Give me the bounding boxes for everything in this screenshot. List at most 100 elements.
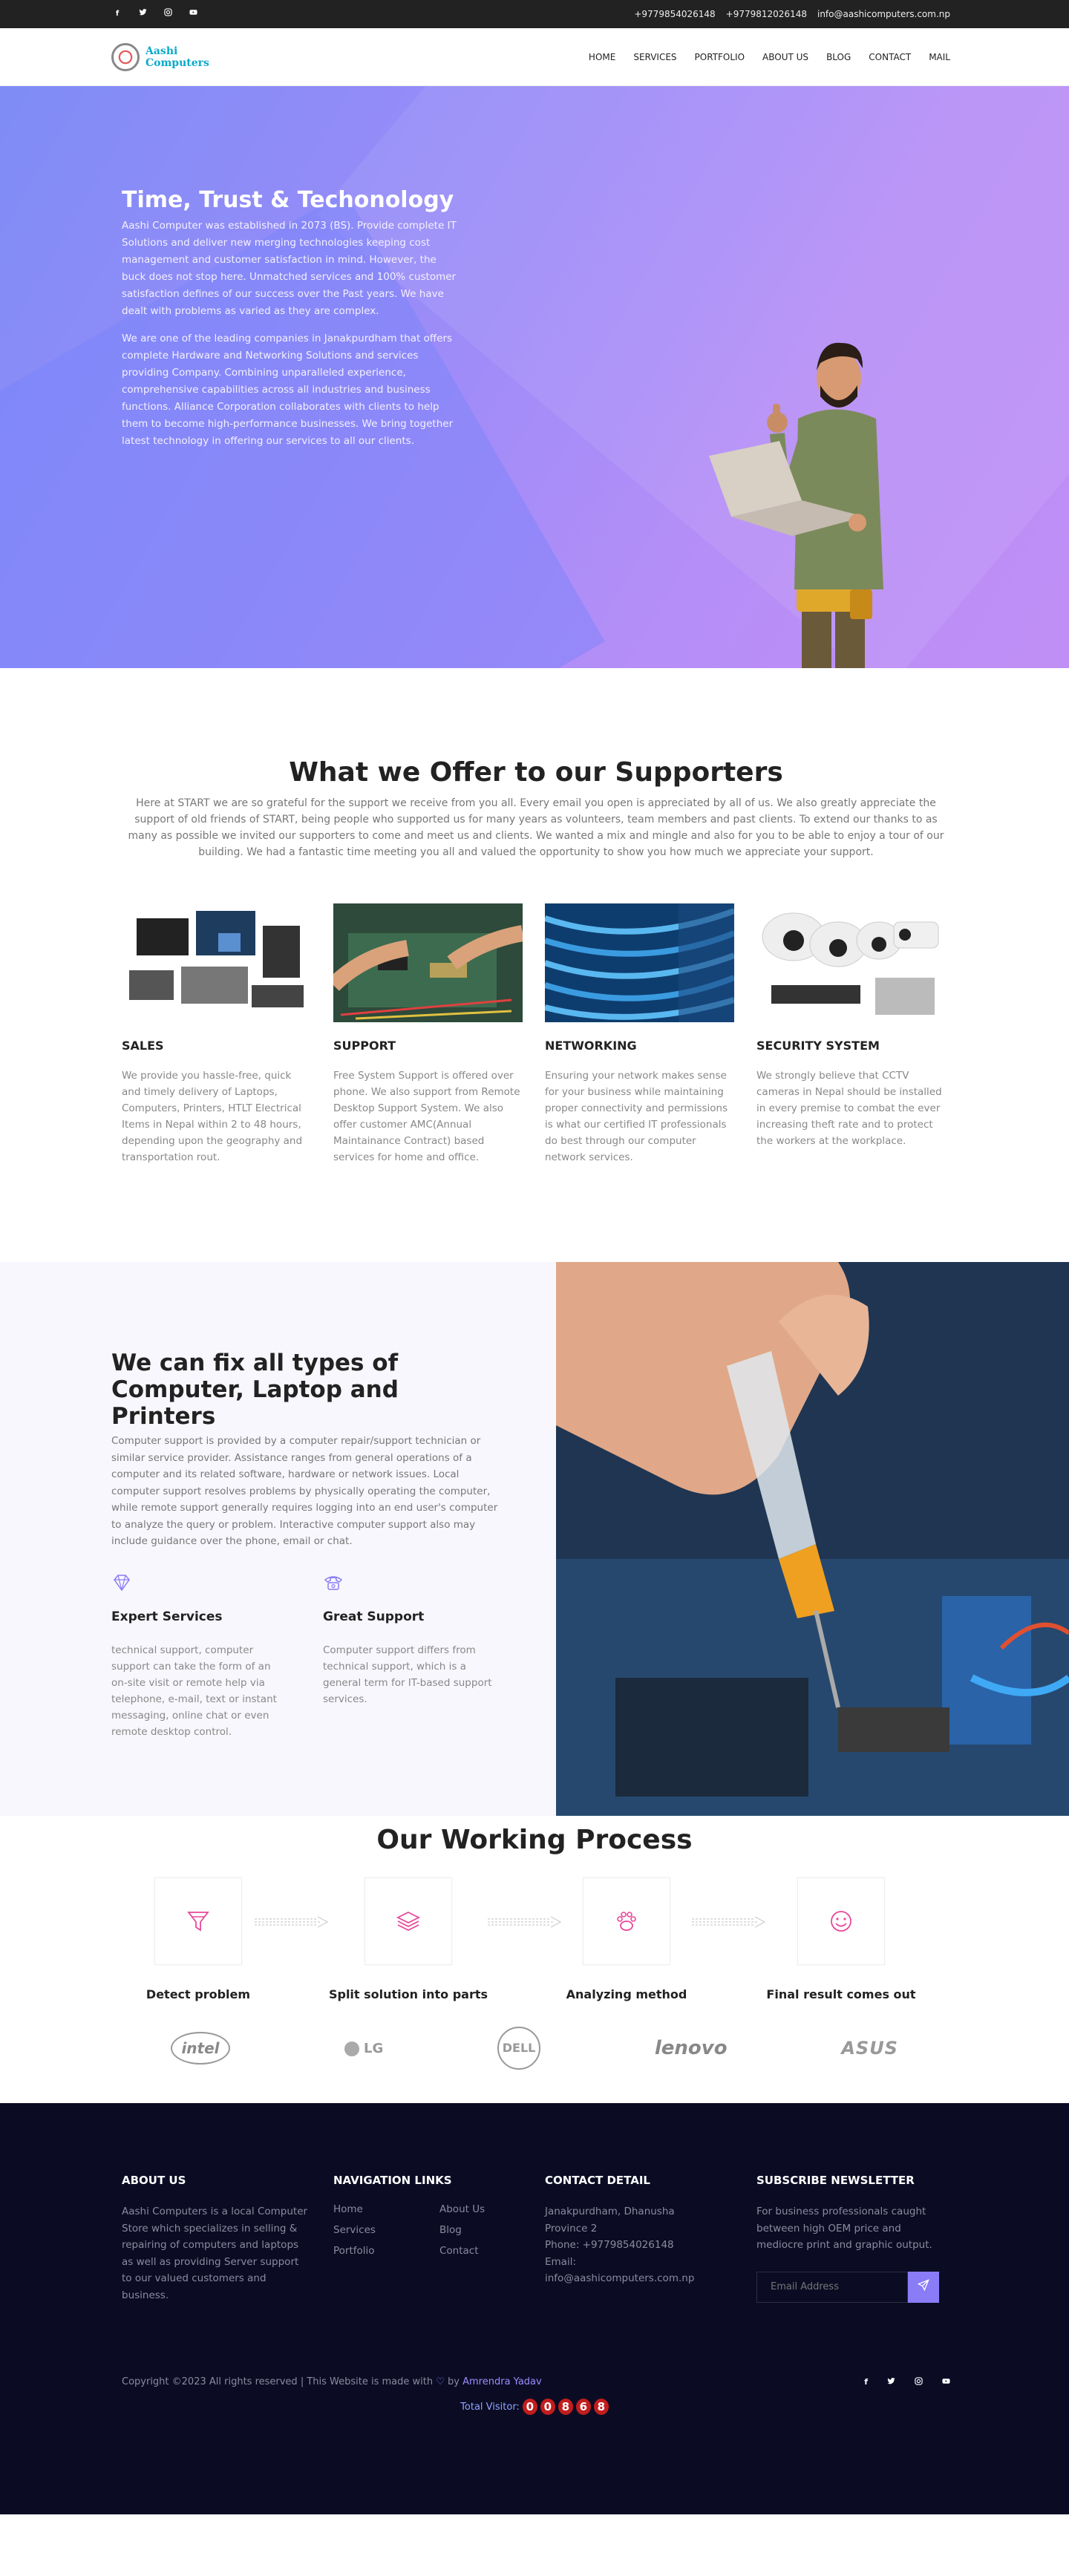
visitor-digit: 0 xyxy=(540,2399,555,2415)
smile-icon xyxy=(831,1911,851,1932)
step-label: Final result comes out xyxy=(766,1987,916,2001)
layers-icon xyxy=(396,1911,421,1932)
top-bar: f +9779854026148 +9779812026148 info@aas… xyxy=(0,0,1069,28)
card-title: SECURITY SYSTEM xyxy=(756,1039,880,1053)
footer-contact: CONTACT DETAIL Janakpurdham, Dhanusha Pr… xyxy=(545,2174,734,2304)
nav-contact[interactable]: CONTACT xyxy=(869,52,911,62)
twitter-icon[interactable] xyxy=(137,8,148,20)
hero-text: Time, Trust & Techonology Aashi Computer… xyxy=(122,187,463,460)
visitor-digit: 8 xyxy=(593,2399,609,2415)
visitor-digit: 0 xyxy=(522,2399,537,2415)
twitter-icon[interactable] xyxy=(887,2377,895,2385)
process-step: Final result comes out xyxy=(752,1877,930,2001)
site-footer: ABOUT US Aashi Computers is a local Comp… xyxy=(0,2103,1069,2514)
instagram-icon[interactable] xyxy=(915,2377,923,2385)
brand-logo-dell: DELL xyxy=(497,2027,541,2070)
repair-description: Computer support is provided by a comput… xyxy=(111,1435,498,1547)
footer-link-portfolio[interactable]: Portfolio xyxy=(333,2245,439,2257)
footer-subscribe: SUBSCRIBE NEWSLETTER For business profes… xyxy=(756,2174,946,2304)
footer-navigation: NAVIGATION LINKS Home About Us Services … xyxy=(333,2174,523,2304)
footer-link-blog[interactable]: Blog xyxy=(439,2224,514,2236)
footer-link-about[interactable]: About Us xyxy=(439,2203,514,2215)
contact-province: Province 2 xyxy=(545,2222,598,2235)
contact-address: Janakpurdham, Dhanusha xyxy=(545,2206,675,2217)
service-card-networking[interactable]: NETWORKING Ensuring your network makes s… xyxy=(543,903,736,1166)
footer-contact-title: CONTACT DETAIL xyxy=(545,2174,650,2187)
phone-2[interactable]: +9779812026148 xyxy=(726,9,807,19)
process-step: Analyzing method xyxy=(537,1877,716,2001)
brand-logo-lenovo: lenovo xyxy=(654,2037,728,2059)
telephone-icon xyxy=(324,1575,343,1590)
service-card-sales[interactable]: SALES We provide you hassle-free, quick … xyxy=(122,903,311,1166)
step-label: Detect problem xyxy=(146,1987,251,2001)
logo-line-1: Aashi xyxy=(146,45,178,57)
brand-logo-lg: LG xyxy=(344,2040,384,2056)
youtube-icon[interactable] xyxy=(942,2377,950,2385)
feature-title: Expert Services xyxy=(111,1609,223,1624)
card-title: NETWORKING xyxy=(545,1039,637,1053)
repair-section: We can fix all types of Computer, Laptop… xyxy=(0,1262,1069,1816)
copyright: Copyright ©2023 All rights reserved | Th… xyxy=(122,2376,542,2387)
heart-icon: ♡ xyxy=(436,2376,445,2387)
contact-phone[interactable]: Phone: +9779854026148 xyxy=(545,2239,674,2251)
repair-title-line-2: Computer, Laptop and Printers xyxy=(111,1376,399,1430)
lg-wordmark: LG xyxy=(364,2040,384,2056)
brand-logo-asus: ASUS xyxy=(841,2038,898,2059)
site-header: Aashi Computers HOME SERVICES PORTFOLIO … xyxy=(0,28,1069,86)
process-section: Our Working Process Detect problem Split… xyxy=(0,1816,1069,2078)
footer-link-contact[interactable]: Contact xyxy=(439,2245,514,2257)
process-title: Our Working Process xyxy=(376,1825,693,1855)
nav-home[interactable]: HOME xyxy=(589,52,615,62)
repair-text: We can fix all types of Computer, Laptop… xyxy=(0,1262,556,1816)
nav-services[interactable]: SERVICES xyxy=(633,52,676,62)
footer-link-home[interactable]: Home xyxy=(333,2203,439,2215)
circuit-repair-image xyxy=(327,903,525,1022)
newsletter-email-input[interactable] xyxy=(756,2271,908,2303)
subscribe-title: SUBSCRIBE NEWSLETTER xyxy=(756,2174,915,2187)
nav-blog[interactable]: BLOG xyxy=(826,52,851,62)
phone-1[interactable]: +9779854026148 xyxy=(634,9,715,19)
sales-products-image xyxy=(122,903,311,1022)
visitor-counter: Total Visitor: 0 0 8 6 8 xyxy=(0,2399,1069,2415)
facebook-icon[interactable]: f xyxy=(864,2377,868,2387)
offer-lead: Here at START we are so grateful for the… xyxy=(128,797,944,858)
footer-nav-links: Home About Us Services Blog Portfolio Co… xyxy=(333,2203,523,2257)
top-email[interactable]: info@aashicomputers.com.np xyxy=(817,9,950,19)
feature-text: technical support, computer support can … xyxy=(111,1644,277,1738)
repair-features: Expert Services technical support, compu… xyxy=(111,1572,504,1740)
offer-title: What we Offer to our Supporters xyxy=(289,757,783,788)
youtube-icon[interactable] xyxy=(187,8,199,20)
subscribe-text: For business professionals caught betwee… xyxy=(756,2206,932,2251)
brand-logo-intel: intel xyxy=(171,2032,230,2065)
offer-cards: SALES We provide you hassle-free, quick … xyxy=(122,903,950,1166)
paw-icon xyxy=(617,1912,636,1931)
logo[interactable]: Aashi Computers xyxy=(111,42,209,71)
hero-paragraph-2: We are one of the leading companies in J… xyxy=(122,333,454,447)
process-step: Split solution into parts xyxy=(319,1877,497,2001)
funnel-icon xyxy=(187,1912,209,1932)
nav-portfolio[interactable]: PORTFOLIO xyxy=(695,52,745,62)
card-title: SUPPORT xyxy=(333,1039,396,1053)
subscribe-button[interactable] xyxy=(908,2271,939,2303)
lg-emblem-icon xyxy=(344,2041,359,2056)
process-step: Detect problem xyxy=(109,1877,287,2001)
instagram-icon[interactable] xyxy=(162,8,174,20)
send-icon xyxy=(917,2279,929,2292)
card-text: Ensuring your network makes sense for yo… xyxy=(545,1070,728,1163)
footer-link-services[interactable]: Services xyxy=(333,2224,439,2236)
nav-mail[interactable]: MAIL xyxy=(929,52,950,62)
diamond-icon xyxy=(114,1574,130,1591)
service-card-support[interactable]: SUPPORT Free System Support is offered o… xyxy=(327,903,525,1166)
copyright-by: by xyxy=(448,2376,460,2387)
visitor-digit: 8 xyxy=(558,2399,573,2415)
feature-text: Computer support differs from technical … xyxy=(323,1644,492,1705)
footer-social-links: f xyxy=(864,2377,950,2387)
hero-paragraph-1: Aashi Computer was established in 2073 (… xyxy=(122,220,457,317)
contact-email[interactable]: info@aashicomputers.com.np xyxy=(545,2272,694,2284)
service-card-security[interactable]: SECURITY SYSTEM We strongly believe that… xyxy=(756,903,946,1166)
repair-image xyxy=(556,1262,1069,1816)
main-nav: HOME SERVICES PORTFOLIO ABOUT US BLOG CO… xyxy=(589,52,950,62)
author-link[interactable]: Amrendra Yadav xyxy=(462,2376,542,2387)
nav-about-us[interactable]: ABOUT US xyxy=(762,52,808,62)
facebook-icon[interactable]: f xyxy=(111,8,123,20)
